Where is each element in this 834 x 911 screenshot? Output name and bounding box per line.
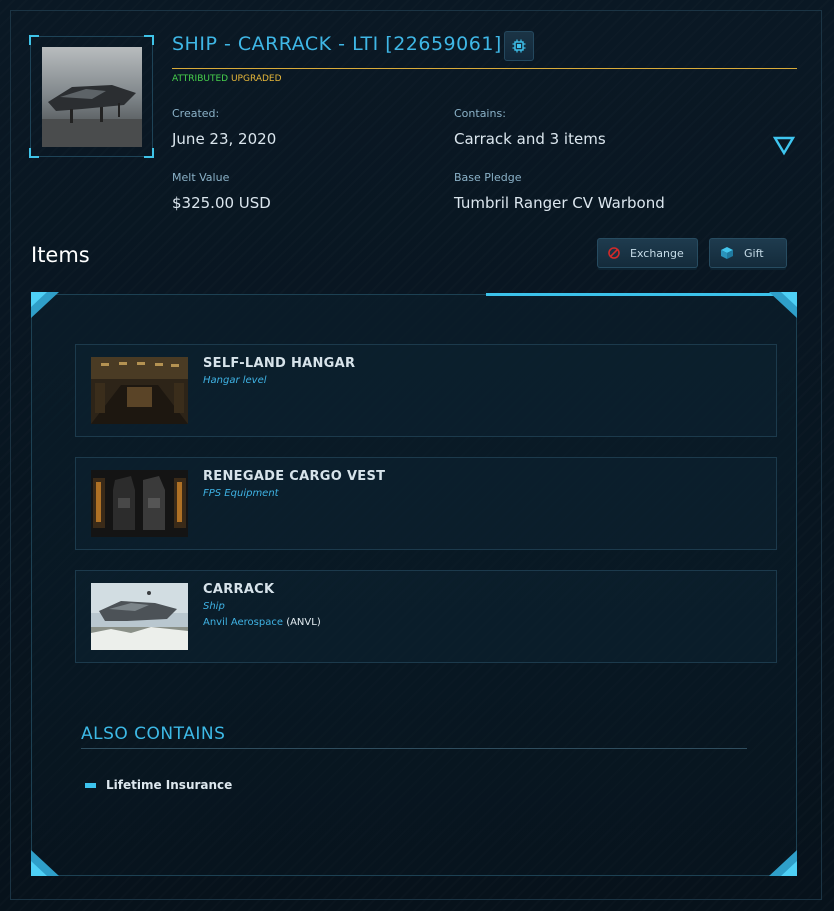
item-card-hangar[interactable]: SELF-LAND HANGAR Hangar level xyxy=(75,344,777,437)
pledge-thumbnail-frame xyxy=(29,35,154,158)
corner-decoration-icon xyxy=(31,292,59,318)
hangar-thumbnail xyxy=(91,357,188,424)
item-type: FPS Equipment xyxy=(203,488,279,499)
pledge-tags: ATTRIBUTED UPGRADED xyxy=(172,74,282,84)
corner-decoration-icon xyxy=(769,292,797,318)
upgraded-tag: UPGRADED xyxy=(230,74,282,84)
cargo-vest-thumbnail xyxy=(91,470,188,537)
manufacturer-name: Anvil Aerospace xyxy=(203,617,283,628)
item-type: Hangar level xyxy=(203,375,267,386)
contains-label: Contains: xyxy=(454,107,506,120)
exchange-button[interactable]: Exchange xyxy=(597,238,698,268)
gift-button[interactable]: Gift xyxy=(709,238,787,268)
item-manufacturer: Anvil Aerospace (ANVL) xyxy=(203,617,321,628)
pledge-title: SHIP - CARRACK - LTI [22659061] xyxy=(172,33,502,55)
no-entry-icon xyxy=(608,247,620,259)
manufacturer-code: (ANVL) xyxy=(286,617,321,628)
title-divider xyxy=(172,68,797,69)
also-contains-divider xyxy=(81,748,747,749)
expand-toggle-button[interactable] xyxy=(772,136,796,156)
pledge-page: SHIP - CARRACK - LTI [22659061] ATTRIBUT… xyxy=(0,0,834,911)
item-card-cargo-vest[interactable]: RENEGADE CARGO VEST FPS Equipment xyxy=(75,457,777,550)
carrack-thumbnail xyxy=(91,583,188,650)
item-name: SELF-LAND HANGAR xyxy=(203,356,356,371)
attributed-tag: ATTRIBUTED xyxy=(172,74,229,84)
melt-value: $325.00 USD xyxy=(172,194,271,212)
chip-icon xyxy=(512,39,526,53)
melt-value-label: Melt Value xyxy=(172,171,230,184)
chip-button[interactable] xyxy=(504,31,534,61)
base-pledge-label: Base Pledge xyxy=(454,171,522,184)
cube-icon xyxy=(721,247,733,259)
created-value: June 23, 2020 xyxy=(172,130,277,148)
pledge-thumbnail-image xyxy=(42,47,142,147)
corner-decoration-icon xyxy=(31,850,59,876)
exchange-button-label: Exchange xyxy=(630,246,684,260)
base-pledge-value: Tumbril Ranger CV Warbond xyxy=(454,194,665,212)
corner-decoration-icon xyxy=(769,850,797,876)
also-contains-heading: ALSO CONTAINS xyxy=(81,724,226,744)
item-name: CARRACK xyxy=(203,582,275,597)
created-label: Created: xyxy=(172,107,220,120)
items-panel-accent xyxy=(486,293,776,296)
item-type: Ship xyxy=(203,601,225,612)
also-contains-item: Lifetime Insurance xyxy=(85,778,232,792)
contains-value: Carrack and 3 items xyxy=(454,130,606,148)
item-name: RENEGADE CARGO VEST xyxy=(203,469,386,484)
dash-bullet-icon xyxy=(85,782,96,788)
triangle-down-icon xyxy=(772,136,796,156)
also-contains-label: Lifetime Insurance xyxy=(106,778,233,792)
items-heading: Items xyxy=(31,243,90,267)
gift-button-label: Gift xyxy=(744,246,764,260)
item-card-carrack[interactable]: CARRACK Ship Anvil Aerospace (ANVL) xyxy=(75,570,777,663)
